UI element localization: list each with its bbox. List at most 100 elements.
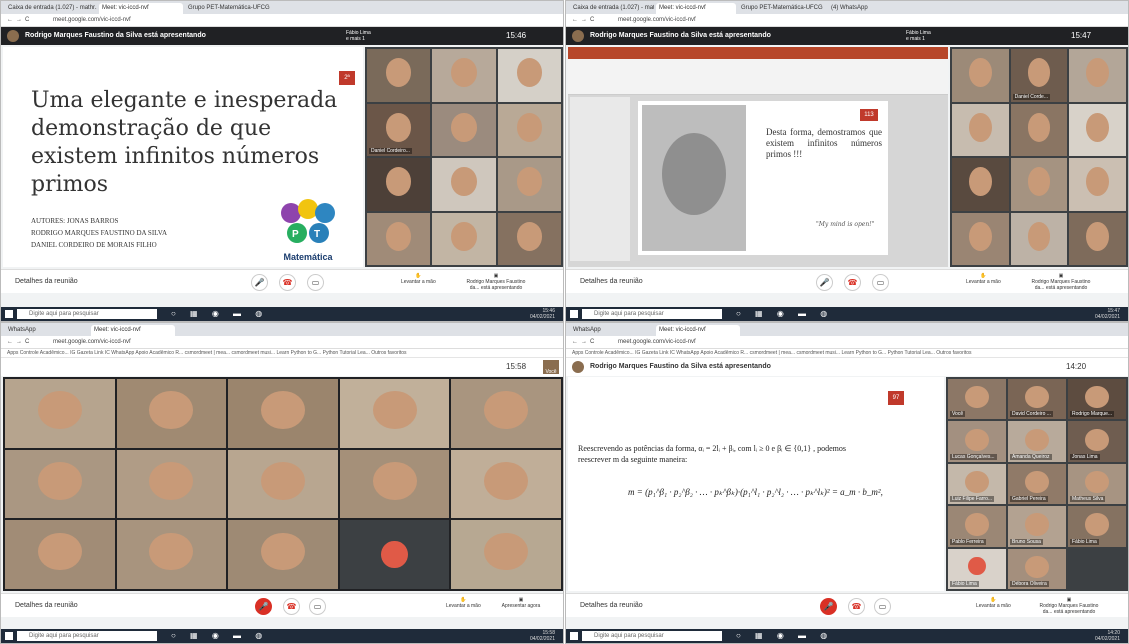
participant-tile[interactable]: Luiz Filipe Farro... bbox=[948, 463, 1006, 505]
back-forward-reload-icons[interactable]: ←→C bbox=[7, 339, 32, 345]
mic-icon[interactable]: 🎤 bbox=[816, 274, 833, 291]
camera-icon[interactable]: ▭ bbox=[307, 274, 324, 291]
back-forward-reload-icons[interactable]: ←→C bbox=[7, 17, 32, 23]
tab-meet[interactable]: Meet: vic-iccd-nvf bbox=[656, 3, 736, 14]
participant-tile[interactable]: Rodrigo Marque... bbox=[1068, 379, 1126, 420]
address-bar[interactable]: ←→C meet.google.com/vic-iccd-nvf bbox=[1, 336, 563, 349]
presentation-button[interactable]: ▣ Rodrigo Marques Faustino da... está apr… bbox=[1026, 273, 1096, 291]
taskbar-search[interactable]: Digite aqui para pesquisar bbox=[582, 631, 722, 641]
participant-tile[interactable] bbox=[116, 520, 227, 589]
participant-tile[interactable] bbox=[228, 520, 338, 589]
participant-tile[interactable] bbox=[5, 520, 115, 589]
end-call-icon[interactable]: ☎ bbox=[848, 598, 865, 615]
participant-tile[interactable]: Débora Oliveira bbox=[1008, 548, 1066, 589]
participant-tile[interactable] bbox=[497, 212, 561, 265]
camera-icon[interactable]: ▭ bbox=[874, 598, 891, 615]
participant-tile[interactable] bbox=[5, 449, 115, 519]
participant-tile[interactable]: Você bbox=[948, 379, 1006, 420]
url-text[interactable]: meet.google.com/vic-iccd-nvf bbox=[618, 17, 696, 23]
participant-tile[interactable] bbox=[1068, 548, 1126, 589]
participant-tile[interactable] bbox=[5, 379, 115, 448]
address-bar[interactable]: ←→C meet.google.com/vic-iccd-nvf bbox=[1, 14, 563, 27]
participant-tile[interactable] bbox=[116, 449, 227, 519]
taskbar-app-icons[interactable]: ○ ▦ ◉ ▬ ◍ bbox=[171, 309, 268, 318]
presentation-button[interactable]: ▣ Rodrigo Marques Faustino da... está apr… bbox=[1034, 597, 1104, 615]
participant-tile[interactable]: Matheus Silva bbox=[1068, 463, 1126, 505]
participant-tile[interactable] bbox=[952, 49, 1009, 102]
participant-tile[interactable] bbox=[432, 212, 496, 265]
participant-tile[interactable]: Bruno Sousa bbox=[1008, 506, 1066, 547]
taskbar-app-icons[interactable]: ○ ▦ ◉ ▬ ◍ bbox=[736, 309, 833, 318]
raise-hand-button[interactable]: ✋ Levantar a mão bbox=[401, 273, 436, 285]
taskbar-app-icons[interactable]: ○ ▦ ◉ ▬ ◍ bbox=[736, 631, 833, 640]
participant-tile[interactable] bbox=[497, 103, 561, 156]
tab-pet-group[interactable]: Grupo PET-Matemática-UFCG bbox=[185, 3, 277, 14]
participant-tile[interactable] bbox=[952, 212, 1009, 265]
tab-meet[interactable]: Meet: vic-iccd-nvf bbox=[91, 325, 175, 336]
present-now-button[interactable]: ▣ Apresentar agora bbox=[486, 597, 556, 609]
address-bar[interactable]: ←→C meet.google.com/vic-iccd-nvf bbox=[566, 336, 1128, 349]
tab-whatsapp[interactable]: (4) WhatsApp bbox=[828, 3, 888, 14]
camera-icon[interactable]: ▭ bbox=[872, 274, 889, 291]
participant-tile[interactable] bbox=[367, 158, 431, 211]
participant-tile[interactable]: Fábio Lima bbox=[1068, 506, 1126, 547]
tab-pet-group[interactable]: Grupo PET-Matemática-UFCG bbox=[738, 3, 826, 14]
taskbar-search[interactable]: Digite aqui para pesquisar bbox=[582, 309, 722, 319]
participant-tile[interactable]: Fábio Lima bbox=[948, 548, 1006, 589]
participant-tile[interactable]: Pablo Ferreira bbox=[948, 506, 1006, 547]
mic-off-icon[interactable]: 🎤 bbox=[820, 598, 837, 615]
meeting-details-button[interactable]: Detalhes da reunião bbox=[580, 278, 643, 285]
tab-meet[interactable]: Meet: vic-iccd-nvf bbox=[99, 3, 183, 14]
meeting-details-button[interactable]: Detalhes da reunião bbox=[580, 602, 643, 609]
participant-tile[interactable] bbox=[432, 158, 496, 211]
bookmarks-bar[interactable]: Apps Controle Acadêmico... IG Gazeta Lin… bbox=[1, 349, 563, 358]
participant-tile[interactable] bbox=[1010, 158, 1068, 211]
participant-tile[interactable] bbox=[1069, 158, 1126, 211]
participant-tile[interactable] bbox=[451, 379, 561, 448]
participant-tile[interactable] bbox=[432, 49, 496, 102]
participant-tile[interactable] bbox=[228, 379, 338, 448]
url-text[interactable]: meet.google.com/vic-iccd-nvf bbox=[53, 17, 131, 23]
participant-tile[interactable] bbox=[451, 449, 561, 519]
mic-off-icon[interactable]: 🎤 bbox=[255, 598, 272, 615]
participant-tile[interactable]: Lucas Gonçalves... bbox=[948, 421, 1006, 462]
taskbar-app-icons[interactable]: ○ ▦ ◉ ▬ ◍ bbox=[171, 631, 268, 640]
camera-icon[interactable]: ▭ bbox=[309, 598, 326, 615]
participant-tile[interactable] bbox=[116, 379, 227, 448]
participant-tile[interactable] bbox=[1069, 49, 1126, 102]
end-call-icon[interactable]: ☎ bbox=[844, 274, 861, 291]
windows-start-icon[interactable] bbox=[5, 632, 13, 640]
participant-tile[interactable] bbox=[451, 520, 561, 589]
end-call-icon[interactable]: ☎ bbox=[283, 598, 300, 615]
participant-tile[interactable]: Gabriel Pereira bbox=[1008, 463, 1066, 505]
participant-tile[interactable]: Daniel Corde... bbox=[1010, 49, 1068, 102]
tab-meet[interactable]: Meet: vic-iccd-nvf bbox=[656, 325, 740, 336]
bookmarks-bar[interactable]: Apps Controle Acadêmico... IG Gazeta Lin… bbox=[566, 349, 1128, 358]
participant-tile[interactable] bbox=[952, 103, 1009, 156]
tab-whatsapp[interactable]: WhatsApp bbox=[5, 325, 89, 336]
url-text[interactable]: meet.google.com/vic-iccd-nvf bbox=[618, 339, 696, 345]
participant-tile[interactable]: David Cordeiro ... bbox=[1008, 379, 1066, 420]
participant-tile[interactable] bbox=[339, 449, 450, 519]
participant-tile[interactable] bbox=[339, 379, 450, 448]
participant-tile[interactable]: Amanda Queiroz bbox=[1008, 421, 1066, 462]
address-bar[interactable]: ←→C meet.google.com/vic-iccd-nvf bbox=[566, 14, 1128, 27]
tab-email[interactable]: Caixa de entrada (1.027) - mathr... bbox=[5, 3, 97, 14]
presentation-button[interactable]: ▣ Rodrigo Marques Faustino da... está apr… bbox=[461, 273, 531, 291]
raise-hand-button[interactable]: ✋ Levantar a mão bbox=[966, 273, 1001, 285]
taskbar-search[interactable]: Digite aqui para pesquisar bbox=[17, 309, 157, 319]
participant-tile[interactable] bbox=[432, 103, 496, 156]
back-forward-reload-icons[interactable]: ←→C bbox=[572, 17, 597, 23]
url-text[interactable]: meet.google.com/vic-iccd-nvf bbox=[53, 339, 131, 345]
participant-tile[interactable] bbox=[367, 49, 431, 102]
taskbar-search[interactable]: Digite aqui para pesquisar bbox=[17, 631, 157, 641]
end-call-icon[interactable]: ☎ bbox=[279, 274, 296, 291]
participant-tile[interactable] bbox=[1069, 212, 1126, 265]
raise-hand-button[interactable]: ✋ Levantar a mão bbox=[976, 597, 1011, 609]
participant-tile[interactable] bbox=[367, 212, 431, 265]
participant-tile[interactable]: Daniel Cordeiro... bbox=[367, 103, 431, 156]
participant-tile[interactable] bbox=[497, 158, 561, 211]
participant-tile[interactable] bbox=[1069, 103, 1126, 156]
participant-tile[interactable]: Jonas Lima bbox=[1068, 421, 1126, 462]
windows-start-icon[interactable] bbox=[570, 632, 578, 640]
